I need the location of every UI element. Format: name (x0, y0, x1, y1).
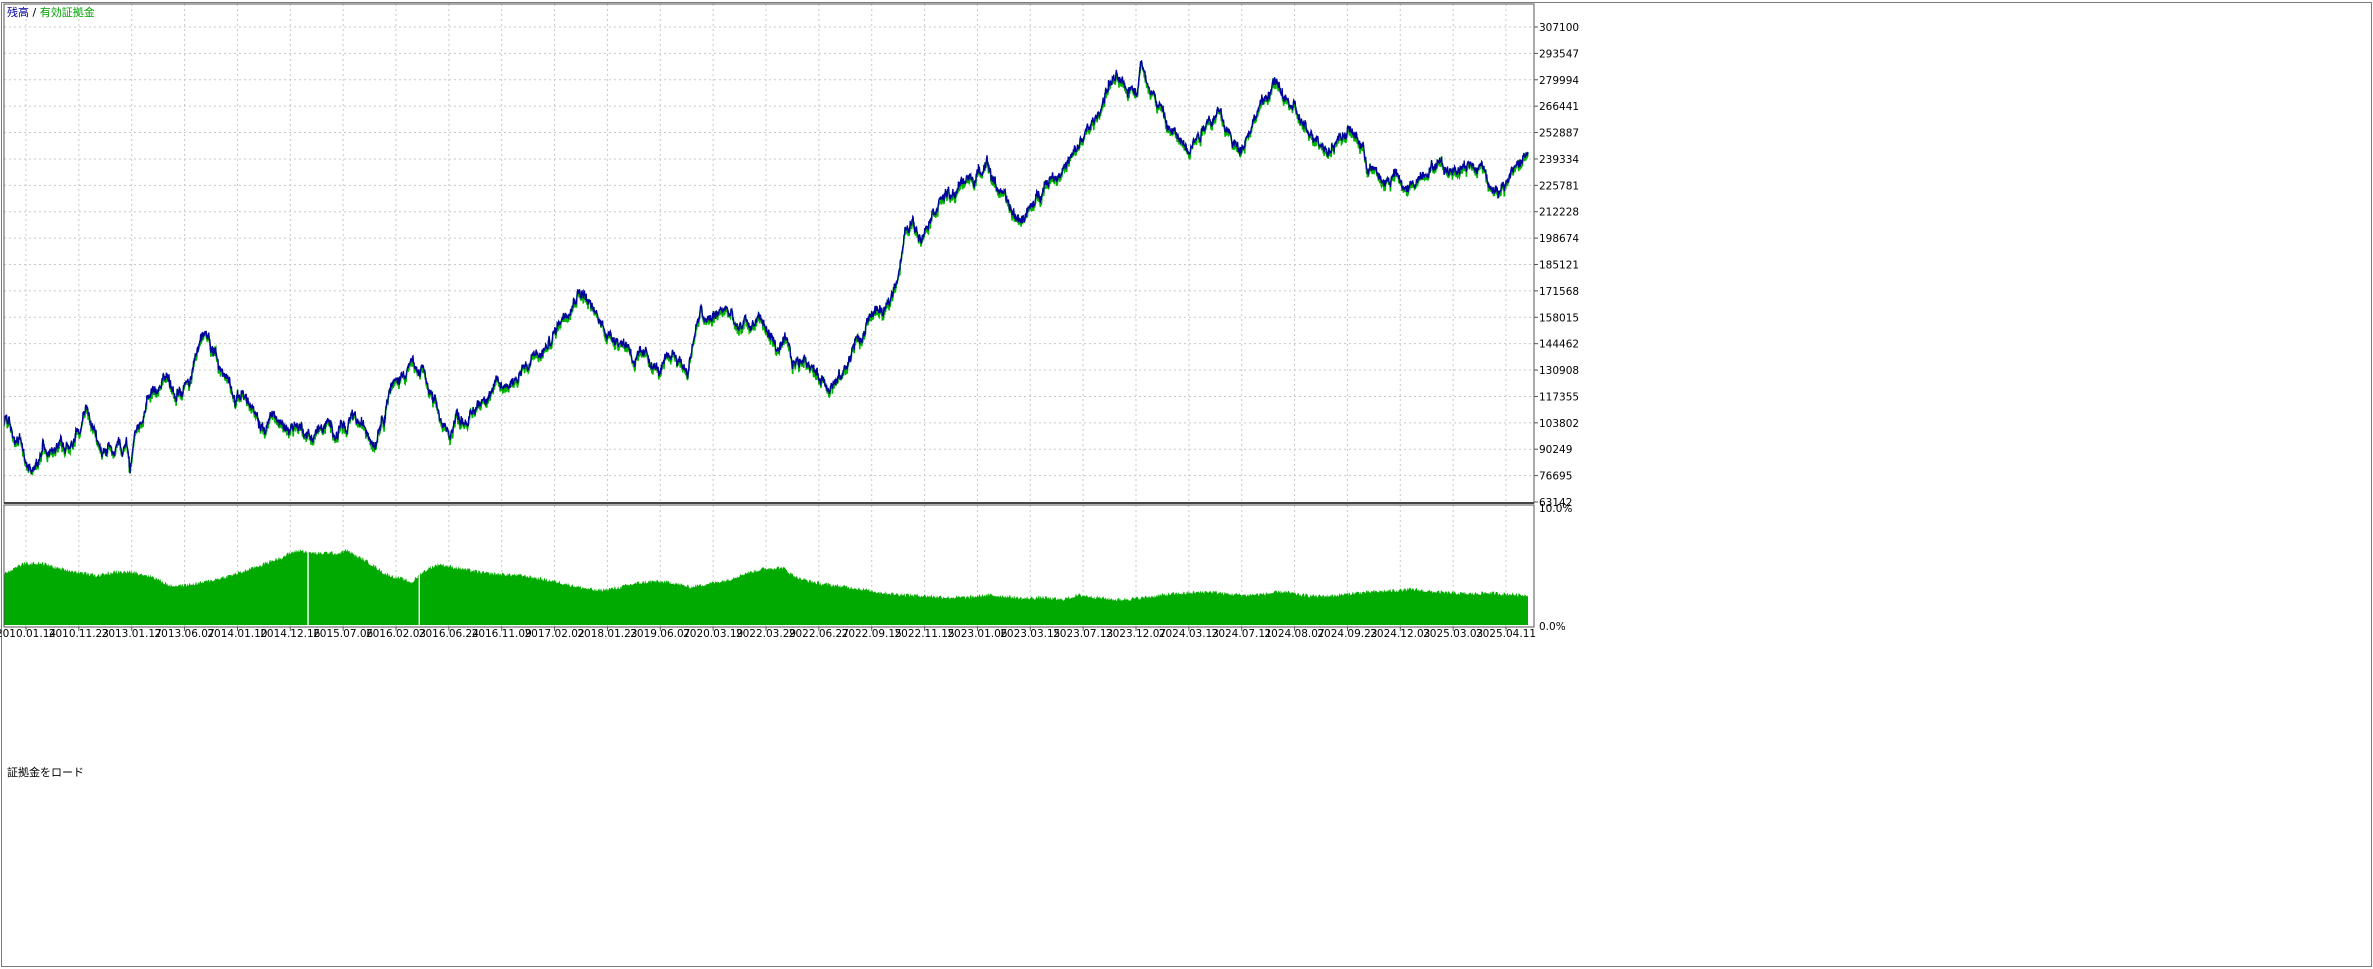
x-tick-label: 2016.02.03 (366, 628, 426, 640)
margin-load-legend: 証拠金をロード (7, 766, 84, 779)
x-tick-label: 2025.03.03 (1423, 628, 1483, 640)
legend-equity: 有効証拠金 (39, 6, 95, 19)
x-tick-label: 2017.02.02 (525, 628, 585, 640)
x-tick-label: 2016.06.24 (419, 628, 479, 640)
y2-tick-label: 10.0% (1539, 503, 1572, 515)
legend-separator: / (29, 6, 40, 19)
y-tick-label: 130908 (1539, 365, 1579, 377)
legend-balance: 残高 (7, 6, 29, 19)
chart-legend: 残高 / 有効証拠金 (7, 6, 95, 20)
x-tick-label: 2013.06.07 (155, 628, 215, 640)
y-tick-label: 198674 (1539, 233, 1579, 245)
strategy-tester-graph: 307100 293547 279994 266441 252887 239334 2257… (0, 2, 2372, 967)
y-tick-label: 76695 (1539, 471, 1572, 483)
x-tick-label: 2010.11.23 (49, 628, 109, 640)
y-tick-label: 90249 (1539, 444, 1572, 456)
equity-line (3, 61, 1529, 476)
y-tick-label: 252887 (1539, 128, 1579, 140)
y-tick-label: 307100 (1539, 22, 1579, 34)
y2-tick-label: 0.0% (1539, 621, 1566, 633)
x-tick-label: 2018.01.23 (577, 628, 637, 640)
margin-load-area (4, 540, 1528, 625)
x-tick-label: 2013.01.17 (102, 628, 162, 640)
balance-chart-frame (3, 3, 1535, 504)
x-tick-label: 2022.03.29 (736, 628, 796, 640)
x-tick-label: 2016.11.09 (472, 628, 532, 640)
y-tick-label: 279994 (1539, 75, 1579, 87)
y-tick-label: 171568 (1539, 286, 1579, 298)
x-tick-label: 2022.09.15 (842, 628, 902, 640)
margin-load-y-axis: 10.0% 0.0% (1539, 503, 1572, 633)
x-tick-label: 2023.03.15 (1000, 628, 1060, 640)
x-tick-label: 2022.06.27 (789, 628, 849, 640)
y-tick-label: 117355 (1539, 391, 1579, 403)
x-tick-label: 2023.01.06 (947, 628, 1007, 640)
y-tick-label: 185121 (1539, 260, 1579, 272)
y-tick-label: 225781 (1539, 180, 1579, 192)
y-tick-label: 293547 (1539, 48, 1579, 60)
date-x-axis: 2010.01.142010.11.232013.01.172013.06.07… (0, 627, 1536, 640)
y-tick-label: 103802 (1539, 418, 1579, 430)
x-tick-label: 2024.08.07 (1265, 628, 1325, 640)
balance-chart-grid (4, 4, 1534, 503)
x-tick-label: 2024.07.11 (1212, 628, 1272, 640)
x-tick-label: 2024.03.13 (1159, 628, 1219, 640)
x-tick-label: 2025.04.11 (1476, 628, 1536, 640)
x-tick-label: 2015.07.06 (313, 628, 373, 640)
y-tick-label: 239334 (1539, 154, 1579, 166)
y-tick-label: 144462 (1539, 339, 1579, 351)
x-tick-label: 2014.12.16 (260, 628, 320, 640)
x-tick-label: 2014.01.10 (207, 628, 267, 640)
equity-series (3, 61, 1529, 476)
x-tick-label: 2022.11.15 (895, 628, 955, 640)
balance-y-axis: 307100 293547 279994 266441 252887 239334 2257… (1534, 22, 1579, 509)
x-tick-label: 2023.07.13 (1053, 628, 1113, 640)
x-tick-label: 2023.12.07 (1106, 628, 1166, 640)
y-tick-label: 212228 (1539, 207, 1579, 219)
x-tick-label: 2024.12.03 (1370, 628, 1430, 640)
x-tick-label: 2024.09.23 (1317, 628, 1377, 640)
y-tick-label: 158015 (1539, 312, 1579, 324)
y-tick-label: 266441 (1539, 101, 1579, 113)
x-tick-label: 2020.03.19 (683, 628, 743, 640)
x-tick-label: 2019.06.07 (630, 628, 690, 640)
